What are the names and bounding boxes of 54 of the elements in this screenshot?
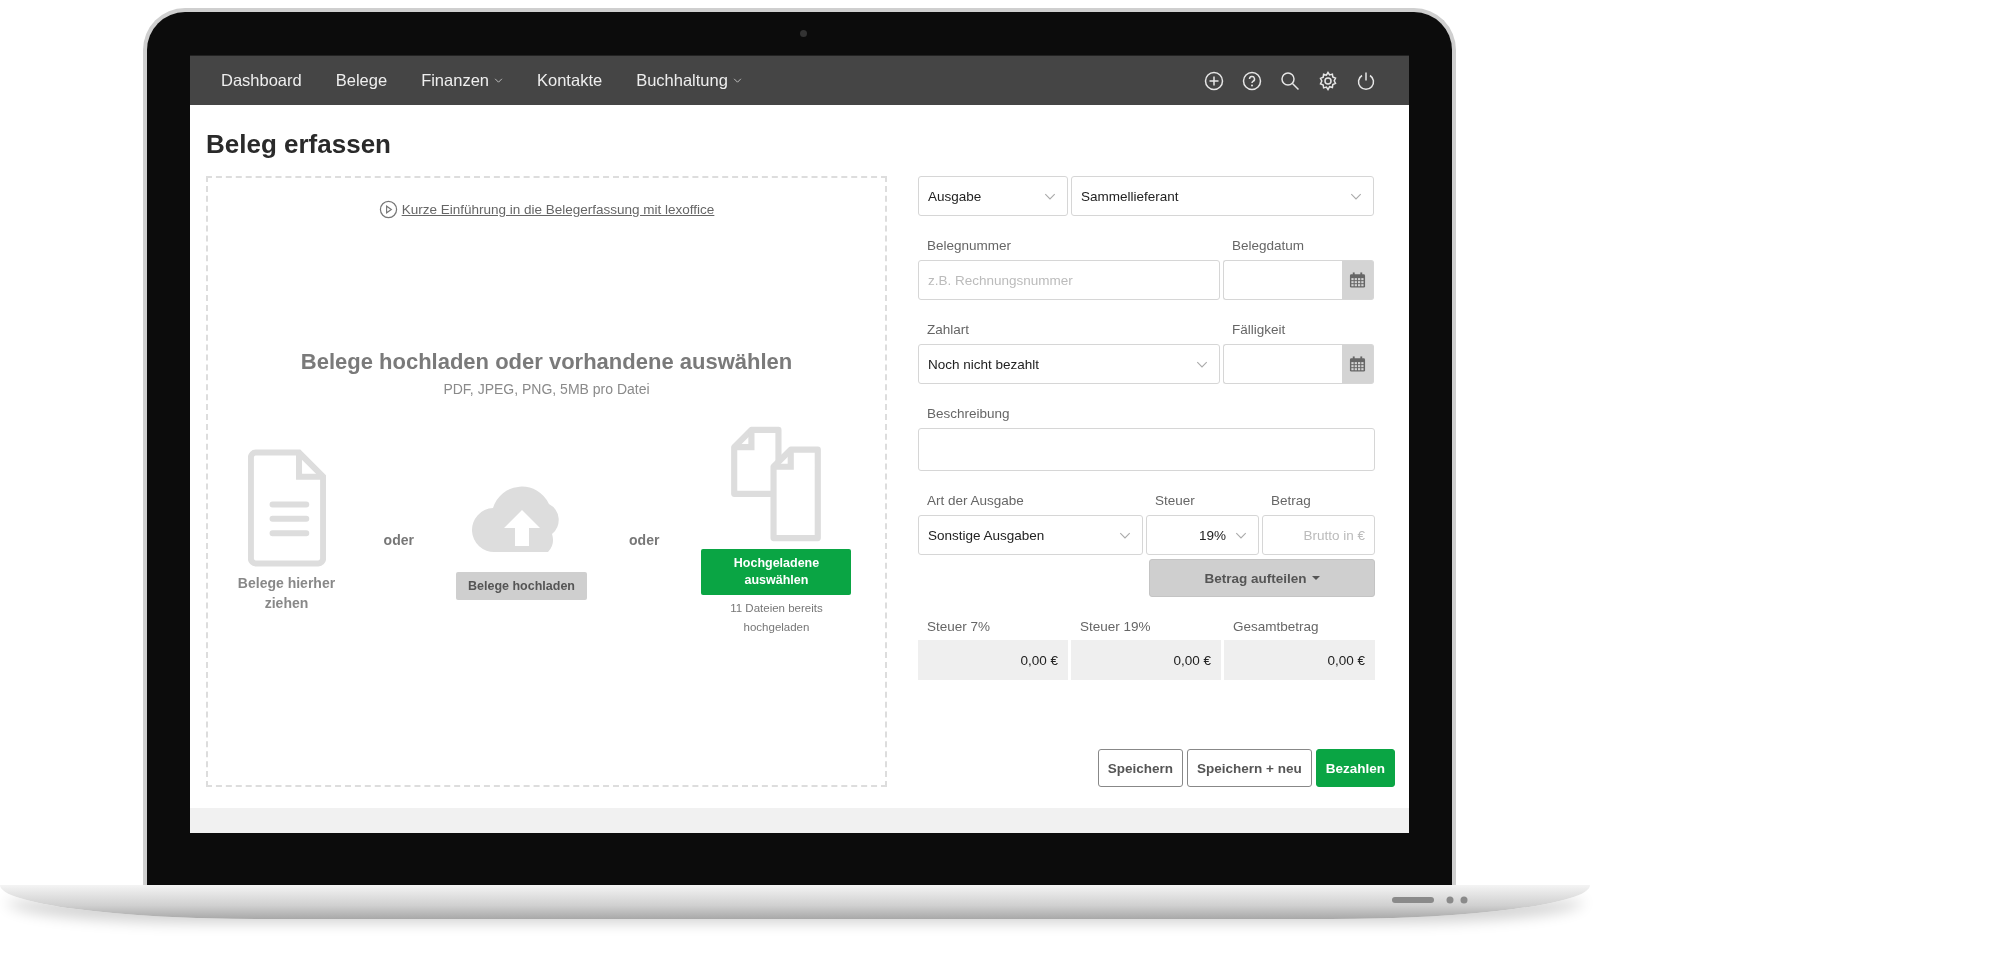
separator-text: oder — [629, 532, 660, 548]
field-label: Belegnummer — [927, 238, 1013, 254]
description-field[interactable] — [918, 428, 1375, 471]
power-icon — [1356, 70, 1376, 91]
help-button[interactable] — [1241, 69, 1263, 92]
settings-icon — [1318, 70, 1338, 91]
indicator-lights-icon — [1390, 895, 1470, 905]
select-field[interactable]: Sammellieferant — [1071, 176, 1374, 216]
nav-item[interactable]: Kontakte — [526, 67, 614, 94]
add-icon — [1204, 70, 1224, 91]
field-label: Beschreibung — [927, 406, 1011, 422]
drop-hint: Belege hierher ziehen — [236, 574, 337, 613]
documents-icon — [729, 425, 824, 543]
help-icon — [1242, 70, 1262, 91]
select-field[interactable]: Ausgabe — [918, 176, 1068, 216]
play-icon — [378, 200, 398, 219]
total-label: Gesamtbetrag — [1233, 619, 1320, 635]
field-label: Betrag — [1271, 493, 1312, 509]
select-field[interactable]: 19% — [1146, 515, 1259, 555]
nav-item[interactable]: Belege — [324, 67, 399, 94]
settings-button[interactable] — [1317, 69, 1339, 92]
total-label: Steuer 7% — [927, 619, 992, 635]
add-button[interactable] — [1203, 69, 1225, 92]
upload-button[interactable]: Belege hochladen — [456, 572, 587, 600]
field-label: Zahlart — [927, 322, 971, 338]
camera-icon — [799, 30, 807, 37]
search-icon — [1280, 70, 1300, 91]
field-label: Art der Ausgabe — [927, 493, 1025, 509]
caret-icon — [1311, 576, 1320, 580]
field-label: Belegdatum — [1232, 238, 1306, 254]
split-amount-button[interactable]: Betrag aufteilen — [1149, 559, 1375, 597]
format-hint: PDF, JPEG, PNG, 5MB pro Datei — [443, 381, 650, 397]
intro-video-link[interactable]: Kurze Einführung in die Belegerfassung mit lexoffice — [401, 202, 715, 217]
input-field[interactable]: z.B. Rechnungsnummer — [918, 260, 1220, 300]
select-field[interactable]: Noch nicht bezahlt — [918, 344, 1220, 384]
nav-item[interactable]: Dashboard — [210, 67, 313, 94]
separator-text: oder — [383, 532, 414, 548]
document-icon — [247, 449, 326, 567]
total-label: Steuer 19% — [1080, 619, 1152, 635]
uploaded-count: 11 Dateien bereits hochgeladen — [729, 601, 824, 635]
nav-item[interactable]: Buchhaltung — [625, 67, 753, 94]
action-button[interactable]: Speichern — [1097, 749, 1184, 787]
nav-item[interactable]: Finanzen — [410, 67, 514, 94]
field-label: Fälligkeit — [1232, 322, 1287, 338]
search-button[interactable] — [1279, 69, 1301, 92]
amount-display: 0,00 € — [1224, 640, 1375, 680]
amount-display: 0,00 € — [1071, 640, 1221, 680]
input-field[interactable]: Brutto in € — [1262, 515, 1375, 555]
action-button[interactable]: Speichern + neu — [1187, 749, 1312, 787]
select-field[interactable]: Sonstige Ausgaben — [918, 515, 1143, 555]
amount-display: 0,00 € — [918, 640, 1068, 680]
upload-heading: Belege hochladen oder vorhandene auswählen — [300, 349, 793, 375]
field-label: Steuer — [1155, 493, 1196, 509]
page-title: Beleg erfassen — [206, 129, 392, 161]
